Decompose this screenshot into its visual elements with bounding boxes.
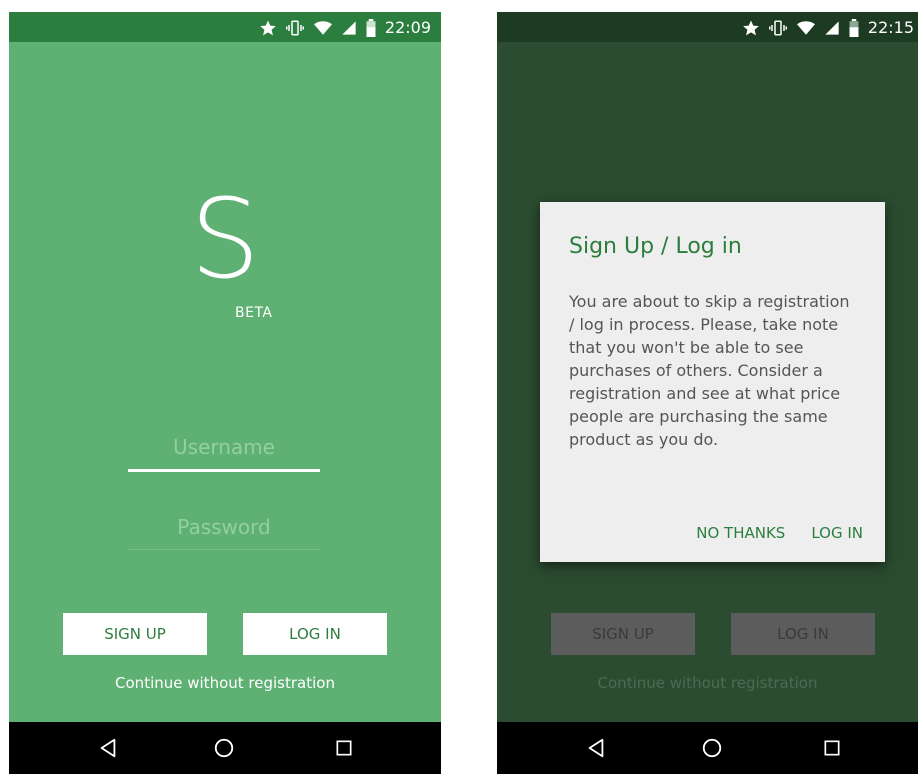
signup-button[interactable]: SIGN UP — [63, 613, 207, 655]
login-button: LOG IN — [731, 613, 875, 655]
login-screen: 22:09 S BETA SIGN UP LOG IN Continue wit… — [9, 12, 441, 774]
login-screen-with-dialog: 22:15 SIGN UP LOG IN Continue without re… — [497, 12, 918, 774]
status-bar: 22:09 — [9, 12, 441, 42]
navigation-bar — [497, 722, 918, 774]
back-icon[interactable] — [580, 732, 612, 764]
back-icon[interactable] — [92, 732, 124, 764]
clock: 22:09 — [384, 18, 431, 37]
status-bar: 22:15 — [497, 12, 918, 42]
password-input[interactable] — [128, 505, 320, 549]
vibrate-icon — [285, 19, 305, 37]
login-button[interactable]: LOG IN — [243, 613, 387, 655]
home-icon[interactable] — [696, 732, 728, 764]
vibrate-icon — [768, 19, 788, 37]
dialog-title: Sign Up / Log in — [569, 234, 742, 259]
signup-button: SIGN UP — [551, 613, 695, 655]
continue-without-registration-link[interactable]: Continue without registration — [9, 674, 441, 692]
recent-apps-icon[interactable] — [328, 732, 360, 764]
skip-registration-dialog: Sign Up / Log in You are about to skip a… — [540, 202, 885, 562]
username-input[interactable] — [128, 425, 320, 469]
battery-icon — [848, 18, 860, 37]
home-icon[interactable] — [208, 732, 240, 764]
clock: 22:15 — [867, 18, 914, 37]
wifi-icon — [313, 19, 333, 37]
battery-icon — [365, 18, 377, 37]
app-logo: S — [190, 175, 260, 303]
wifi-icon — [796, 19, 816, 37]
username-field[interactable] — [128, 425, 320, 472]
password-field[interactable] — [128, 505, 320, 550]
navigation-bar — [9, 722, 441, 774]
dialog-login-button[interactable]: LOG IN — [811, 524, 863, 542]
beta-badge: BETA — [235, 305, 273, 321]
no-thanks-button[interactable]: NO THANKS — [696, 524, 785, 542]
star-icon — [742, 19, 760, 37]
continue-without-registration-link: Continue without registration — [597, 674, 818, 692]
signal-icon — [341, 19, 357, 37]
dialog-message: You are about to skip a registration / l… — [569, 292, 850, 449]
recent-apps-icon[interactable] — [816, 732, 848, 764]
star-icon — [259, 19, 277, 37]
signal-icon — [824, 19, 840, 37]
